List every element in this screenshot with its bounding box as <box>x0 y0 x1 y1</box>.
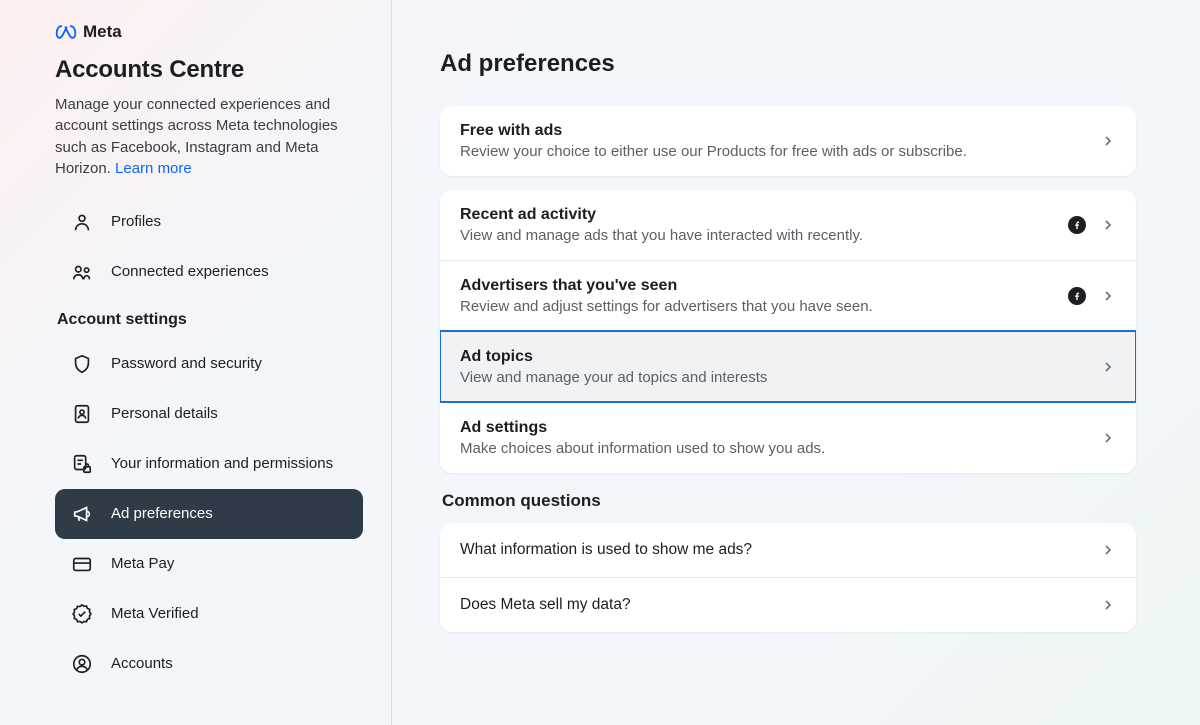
sidebar-item-personal[interactable]: Personal details <box>55 389 363 439</box>
sidebar-description-text: Manage your connected experiences and ac… <box>55 96 338 177</box>
shield-icon <box>71 353 93 375</box>
sidebar-item-label: Profiles <box>111 213 161 232</box>
page-title: Ad preferences <box>440 50 1136 78</box>
sidebar-item-accounts[interactable]: Accounts <box>55 639 363 689</box>
connected-icon <box>71 261 93 283</box>
brand: Meta <box>55 22 363 42</box>
chevron-right-icon <box>1100 133 1116 149</box>
sidebar-item-label: Meta Verified <box>111 605 199 624</box>
sidebar-item-connected[interactable]: Connected experiences <box>55 247 363 297</box>
profile-icon <box>71 211 93 233</box>
settings-card-main: Recent ad activity View and manage ads t… <box>440 190 1136 473</box>
megaphone-icon <box>71 503 93 525</box>
chevron-right-icon <box>1100 217 1116 233</box>
sidebar-item-label: Your information and permissions <box>111 455 333 474</box>
facebook-icon <box>1068 216 1086 234</box>
sidebar-item-security[interactable]: Password and security <box>55 339 363 389</box>
chevron-right-icon <box>1100 430 1116 446</box>
document-lock-icon <box>71 453 93 475</box>
row-free-with-ads[interactable]: Free with ads Review your choice to eith… <box>440 106 1136 176</box>
row-ad-topics[interactable]: Ad topics View and manage your ad topics… <box>440 331 1136 402</box>
main-content: Ad preferences Free with ads Review your… <box>392 0 1200 725</box>
sidebar-title: Accounts Centre <box>55 56 363 84</box>
row-subtitle: Review and adjust settings for advertise… <box>460 298 1068 315</box>
learn-more-link[interactable]: Learn more <box>115 160 192 177</box>
row-title: Ad settings <box>460 419 1100 437</box>
row-title: Recent ad activity <box>460 206 1068 224</box>
chevron-right-icon <box>1100 359 1116 375</box>
personal-details-icon <box>71 403 93 425</box>
sidebar-description: Manage your connected experiences and ac… <box>55 94 363 179</box>
row-title: Ad topics <box>460 348 1100 366</box>
sidebar-item-info-permissions[interactable]: Your information and permissions <box>55 439 363 489</box>
row-recent-ad-activity[interactable]: Recent ad activity View and manage ads t… <box>440 190 1136 260</box>
settings-card-free-ads: Free with ads Review your choice to eith… <box>440 106 1136 176</box>
question-row[interactable]: Does Meta sell my data? <box>440 577 1136 632</box>
sidebar-item-ad-preferences[interactable]: Ad preferences <box>55 489 363 539</box>
row-title: Free with ads <box>460 122 1100 140</box>
sidebar-item-profiles[interactable]: Profiles <box>55 197 363 247</box>
question-title: What information is used to show me ads? <box>460 541 1100 559</box>
question-title: Does Meta sell my data? <box>460 596 1100 614</box>
common-questions-header: Common questions <box>442 491 1136 511</box>
row-subtitle: View and manage your ad topics and inter… <box>460 369 1100 386</box>
account-circle-icon <box>71 653 93 675</box>
card-icon <box>71 553 93 575</box>
sidebar: Meta Accounts Centre Manage your connect… <box>0 0 392 725</box>
row-subtitle: View and manage ads that you have intera… <box>460 227 1068 244</box>
row-ad-settings[interactable]: Ad settings Make choices about informati… <box>440 402 1136 473</box>
sidebar-section-header: Account settings <box>55 297 363 339</box>
sidebar-item-label: Meta Pay <box>111 555 174 574</box>
sidebar-item-meta-verified[interactable]: Meta Verified <box>55 589 363 639</box>
sidebar-item-label: Connected experiences <box>111 263 269 282</box>
question-row[interactable]: What information is used to show me ads? <box>440 523 1136 577</box>
row-advertisers-seen[interactable]: Advertisers that you've seen Review and … <box>440 260 1136 331</box>
sidebar-item-meta-pay[interactable]: Meta Pay <box>55 539 363 589</box>
chevron-right-icon <box>1100 597 1116 613</box>
row-subtitle: Make choices about information used to s… <box>460 440 1100 457</box>
brand-name: Meta <box>83 22 122 42</box>
row-subtitle: Review your choice to either use our Pro… <box>460 143 1100 160</box>
sidebar-item-label: Password and security <box>111 355 262 374</box>
sidebar-item-label: Personal details <box>111 405 218 424</box>
chevron-right-icon <box>1100 288 1116 304</box>
questions-card: What information is used to show me ads?… <box>440 523 1136 632</box>
sidebar-item-label: Ad preferences <box>111 505 213 524</box>
verified-icon <box>71 603 93 625</box>
chevron-right-icon <box>1100 542 1116 558</box>
row-title: Advertisers that you've seen <box>460 277 1068 295</box>
facebook-icon <box>1068 287 1086 305</box>
meta-logo-icon <box>55 25 77 39</box>
sidebar-item-label: Accounts <box>111 655 173 674</box>
